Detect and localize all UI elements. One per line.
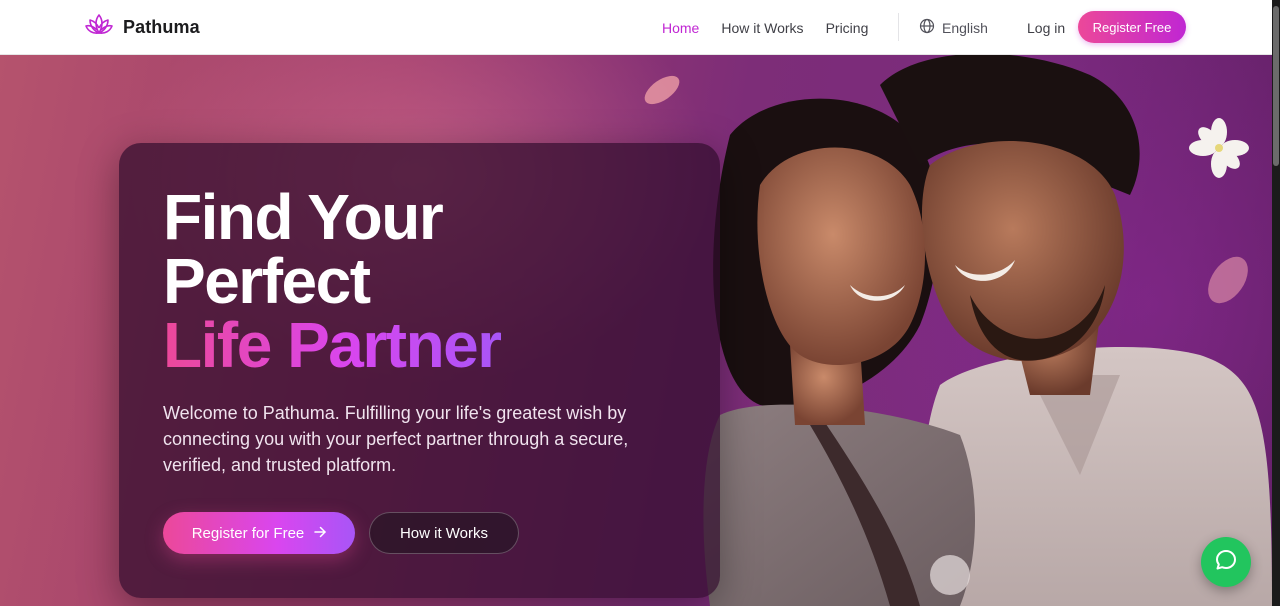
arrow-right-icon [314, 525, 327, 542]
hero-description: Welcome to Pathuma. Fulfilling your life… [163, 403, 629, 475]
register-free-button[interactable]: Register Free [1078, 11, 1186, 43]
headline-line-2: Perfect [163, 245, 371, 317]
globe-icon [919, 18, 935, 37]
brand-logo[interactable]: Pathuma [84, 13, 200, 41]
scrollbar[interactable] [1272, 0, 1280, 606]
nav-home[interactable]: Home [662, 20, 699, 36]
hero-headline: Find Your Perfect Life Partner [163, 181, 502, 381]
brand-name: Pathuma [123, 16, 200, 37]
lotus-icon [84, 11, 114, 44]
petal-decoration [644, 75, 680, 105]
login-link[interactable]: Log in [1027, 0, 1065, 55]
nav-how-it-works[interactable]: How it Works [721, 20, 803, 36]
nav-divider [898, 13, 899, 41]
scrollbar-thumb[interactable] [1273, 6, 1279, 166]
hero-section: Find Your Perfect Life Partner Welcome t… [0, 55, 1272, 606]
petal-decoration-right [1208, 256, 1248, 304]
main-nav: Home How it Works Pricing [662, 0, 890, 55]
chat-button[interactable] [1201, 537, 1251, 587]
top-navbar: Pathuma Home How it Works Pricing Englis… [0, 0, 1280, 55]
headline-line-1: Find Your [163, 181, 444, 253]
register-for-free-label: Register for Free [191, 524, 305, 542]
language-label: English [942, 19, 988, 36]
chat-bubble-icon [1214, 548, 1238, 577]
headline-accent: Life Partner [163, 309, 502, 381]
language-selector[interactable]: English [919, 0, 988, 55]
register-for-free-button[interactable]: Register for Free [163, 512, 355, 554]
jasmine-flower-decoration [1189, 118, 1249, 178]
nav-pricing[interactable]: Pricing [826, 20, 869, 36]
how-it-works-button[interactable]: How it Works [369, 512, 519, 554]
